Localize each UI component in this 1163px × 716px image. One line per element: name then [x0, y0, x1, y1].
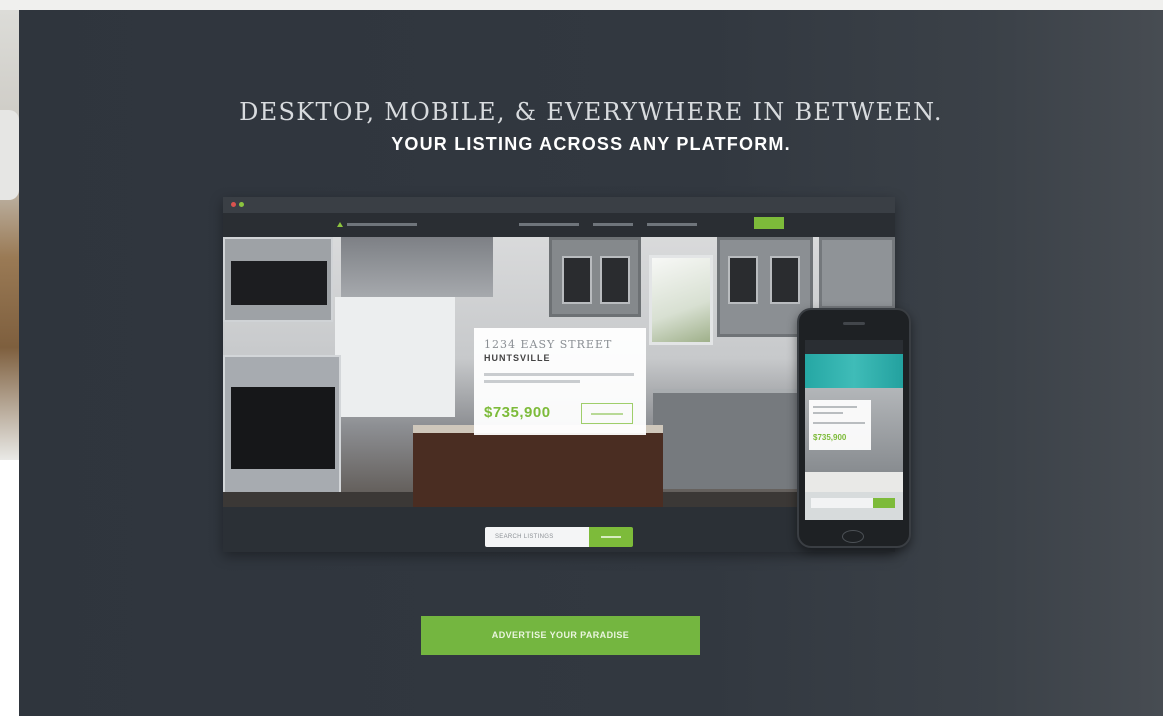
phone-screen: $735,900 — [805, 340, 903, 520]
mockup-navbar — [223, 213, 895, 237]
range-hood — [341, 237, 493, 297]
mockup-search-input: SEARCH LISTINGS — [485, 527, 589, 547]
listing-description-line — [484, 373, 634, 376]
mockup-nav-brand — [347, 223, 417, 226]
phone-home-button — [842, 530, 864, 543]
phone-search-button — [873, 498, 895, 508]
mobile-mockup: $735,900 — [797, 308, 911, 548]
phone-speaker — [843, 322, 865, 325]
browser-max-dot — [239, 202, 244, 207]
listing-description-line — [484, 380, 580, 383]
phone-floor — [805, 472, 903, 492]
wall-oven-top — [223, 237, 333, 322]
phone-teal-banner — [805, 354, 903, 388]
previous-section-photo — [0, 10, 19, 460]
mockup-nav-links — [519, 223, 579, 226]
browser-bar — [223, 197, 895, 213]
kitchen-island — [413, 425, 663, 507]
advertise-button[interactable]: ADVERTISE YOUR PARADISE — [421, 616, 700, 655]
listing-price: $735,900 — [484, 404, 551, 421]
desktop-mockup: 1234 EASY STREET HUNTSVILLE $735,900 SEA… — [223, 197, 895, 552]
listing-address: 1234 EASY STREET — [484, 338, 613, 351]
hero-subheadline: YOUR LISTING ACROSS ANY PLATFORM. — [391, 134, 791, 154]
mockup-nav-links — [647, 223, 697, 226]
kitchen-window — [649, 255, 713, 345]
platform-hero-section: DESKTOP, MOBILE, & EVERYWHERE IN BETWEEN… — [19, 10, 1163, 716]
sofa-shape — [0, 110, 19, 200]
mockup-nav-links — [593, 223, 633, 226]
phone-listing-price: $735,900 — [813, 433, 847, 442]
phone-navbar — [805, 340, 903, 354]
phone-card-line — [813, 422, 865, 424]
tile-wall — [335, 297, 455, 417]
phone-search-input — [811, 498, 873, 508]
glass-cabinet — [549, 237, 641, 317]
top-strip — [0, 0, 1163, 10]
mockup-logo-icon — [337, 222, 343, 227]
phone-card-line — [813, 406, 857, 408]
mockup-nav-button — [754, 217, 784, 229]
lower-cabinets — [653, 389, 803, 489]
listing-card: 1234 EASY STREET HUNTSVILLE $735,900 — [474, 328, 646, 435]
mockup-search-bar: SEARCH LISTINGS — [485, 527, 633, 547]
mockup-search-button — [589, 527, 633, 547]
listing-city: HUNTSVILLE — [484, 353, 551, 363]
phone-card-line — [813, 412, 843, 414]
listing-details-button — [581, 403, 633, 424]
phone-listing-card: $735,900 — [809, 400, 871, 450]
wall-oven-bottom — [223, 355, 341, 500]
browser-close-dot — [231, 202, 236, 207]
hero-headline: DESKTOP, MOBILE, & EVERYWHERE IN BETWEEN… — [239, 98, 943, 126]
upper-cabinet — [819, 237, 895, 309]
